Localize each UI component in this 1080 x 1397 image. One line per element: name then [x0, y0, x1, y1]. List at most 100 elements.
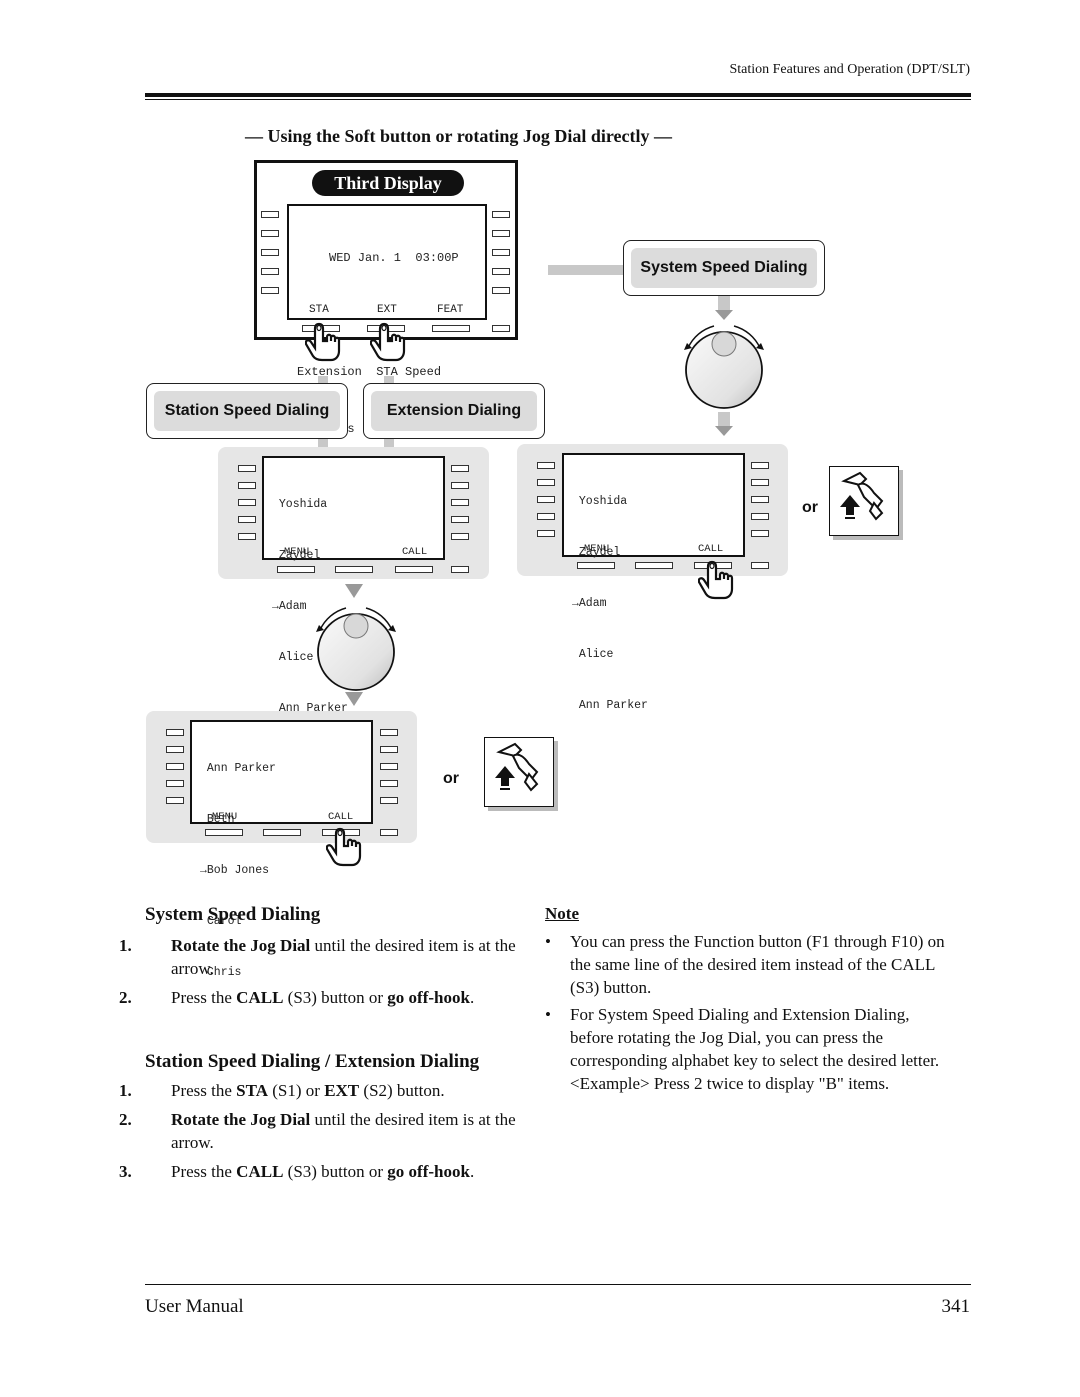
soft-key-call[interactable]: CALL — [402, 546, 427, 558]
function-button[interactable] — [261, 211, 279, 218]
third-display-screen: WED Jan. 1 03:00P Extension STA Speed Fe… — [287, 204, 487, 493]
function-button[interactable] — [166, 729, 184, 736]
small-button[interactable] — [451, 566, 469, 573]
hand-press-icon — [305, 322, 341, 362]
soft-key-menu[interactable]: MENU — [284, 546, 309, 558]
function-button[interactable] — [380, 729, 398, 736]
jog-dial-icon[interactable] — [310, 600, 402, 692]
list-item: Yoshida — [272, 498, 328, 511]
note-example: <Example> Press 2 twice to display "B" i… — [570, 1074, 890, 1093]
function-button[interactable] — [751, 530, 769, 537]
step-item: 2. Press the CALL (S3) button or go off-h… — [119, 988, 475, 1007]
header-rule-thin — [145, 99, 971, 100]
soft-button-s3[interactable] — [432, 325, 470, 332]
soft-button-s2[interactable] — [635, 562, 673, 569]
function-button[interactable] — [380, 797, 398, 804]
list-item-selected: →Adam — [572, 597, 607, 610]
step-item: 3. Press the CALL (S3) button or go off-h… — [119, 1162, 475, 1181]
function-button[interactable] — [537, 479, 555, 486]
soft-button-s1[interactable] — [205, 829, 243, 836]
small-button[interactable] — [751, 562, 769, 569]
function-button[interactable] — [238, 482, 256, 489]
small-button[interactable] — [380, 829, 398, 836]
soft-key-ext[interactable]: EXT — [377, 304, 397, 316]
function-button[interactable] — [166, 797, 184, 804]
step-item: 1. Press the STA (S1) or EXT (S2) button. — [119, 1081, 445, 1100]
function-button[interactable] — [380, 780, 398, 787]
function-button[interactable] — [751, 479, 769, 486]
step-item: 1. Rotate the Jog Dial until the desired … — [119, 936, 516, 978]
footer-title: User Manual — [145, 1296, 244, 1317]
function-button[interactable] — [451, 482, 469, 489]
note-item: • You can press the Function button (F1 … — [545, 932, 945, 997]
hand-press-icon — [370, 322, 406, 362]
soft-key-call[interactable]: CALL — [698, 543, 723, 555]
lcd-screen-c: Ann Parker Beth →Bob Jones Carol Chris M… — [190, 720, 373, 979]
function-button[interactable] — [166, 763, 184, 770]
function-button[interactable] — [238, 516, 256, 523]
step-item: 2. Rotate the Jog Dial until the desired … — [119, 1110, 516, 1152]
small-button[interactable] — [492, 325, 510, 332]
page-number: 341 — [941, 1296, 971, 1317]
function-button[interactable] — [261, 287, 279, 294]
function-button[interactable] — [451, 499, 469, 506]
function-button[interactable] — [492, 230, 510, 237]
soft-button-s1[interactable] — [277, 566, 315, 573]
function-button[interactable] — [537, 530, 555, 537]
station-speed-dialing-label: Station Speed Dialing — [146, 383, 348, 439]
jog-dial-icon[interactable] — [678, 318, 770, 410]
soft-key-sta[interactable]: STA — [309, 304, 329, 316]
function-button[interactable] — [537, 462, 555, 469]
soft-key-call[interactable]: CALL — [328, 811, 353, 823]
function-button[interactable] — [261, 249, 279, 256]
function-button[interactable] — [492, 268, 510, 275]
off-hook-icon — [494, 743, 538, 791]
system-speed-section: System Speed Dialing 1. Rotate the Jog Di… — [119, 904, 540, 1009]
soft-button-s1[interactable] — [577, 562, 615, 569]
function-button[interactable] — [166, 746, 184, 753]
function-button[interactable] — [451, 465, 469, 472]
function-button[interactable] — [451, 533, 469, 540]
soft-key-feat[interactable]: FEAT — [437, 304, 463, 316]
hand-press-icon — [326, 827, 362, 867]
section-header: Station Features and Operation (DPT/SLT) — [729, 62, 970, 77]
function-button[interactable] — [166, 780, 184, 787]
off-hook-button[interactable] — [829, 466, 899, 536]
footer-rule — [145, 1284, 971, 1285]
soft-key-menu[interactable]: MENU — [212, 811, 237, 823]
connector — [718, 296, 730, 310]
function-button[interactable] — [751, 462, 769, 469]
function-button[interactable] — [451, 516, 469, 523]
off-hook-button[interactable] — [484, 737, 554, 807]
function-button[interactable] — [380, 746, 398, 753]
function-button[interactable] — [492, 287, 510, 294]
function-button[interactable] — [492, 249, 510, 256]
note-title: Note — [545, 904, 579, 923]
function-button[interactable] — [492, 211, 510, 218]
function-button[interactable] — [238, 499, 256, 506]
soft-button-s3[interactable] — [395, 566, 433, 573]
third-display-title: Third Display — [312, 170, 464, 196]
section-heading: Station Speed Dialing / Extension Dialin… — [145, 1051, 480, 1072]
function-button[interactable] — [751, 496, 769, 503]
function-button[interactable] — [751, 513, 769, 520]
list-item: Alice — [572, 648, 614, 661]
diagram-subtitle: — Using the Soft button or rotating Jog … — [245, 126, 673, 146]
extension-dialing-label: Extension Dialing — [363, 383, 545, 439]
list-item: Yoshida — [572, 495, 628, 508]
connector — [718, 412, 730, 426]
function-button[interactable] — [238, 533, 256, 540]
soft-button-s2[interactable] — [335, 566, 373, 573]
soft-button-s2[interactable] — [263, 829, 301, 836]
station-extension-section: Station Speed Dialing / Extension Dialin… — [119, 1051, 540, 1183]
arrow-down-icon — [715, 426, 733, 436]
header-rule-thick — [145, 93, 971, 97]
function-button[interactable] — [261, 268, 279, 275]
function-button[interactable] — [261, 230, 279, 237]
function-button[interactable] — [537, 496, 555, 503]
function-button[interactable] — [380, 763, 398, 770]
function-button[interactable] — [238, 465, 256, 472]
function-button[interactable] — [537, 513, 555, 520]
list-item: Ann Parker — [572, 699, 648, 712]
soft-key-menu[interactable]: MENU — [584, 543, 609, 555]
